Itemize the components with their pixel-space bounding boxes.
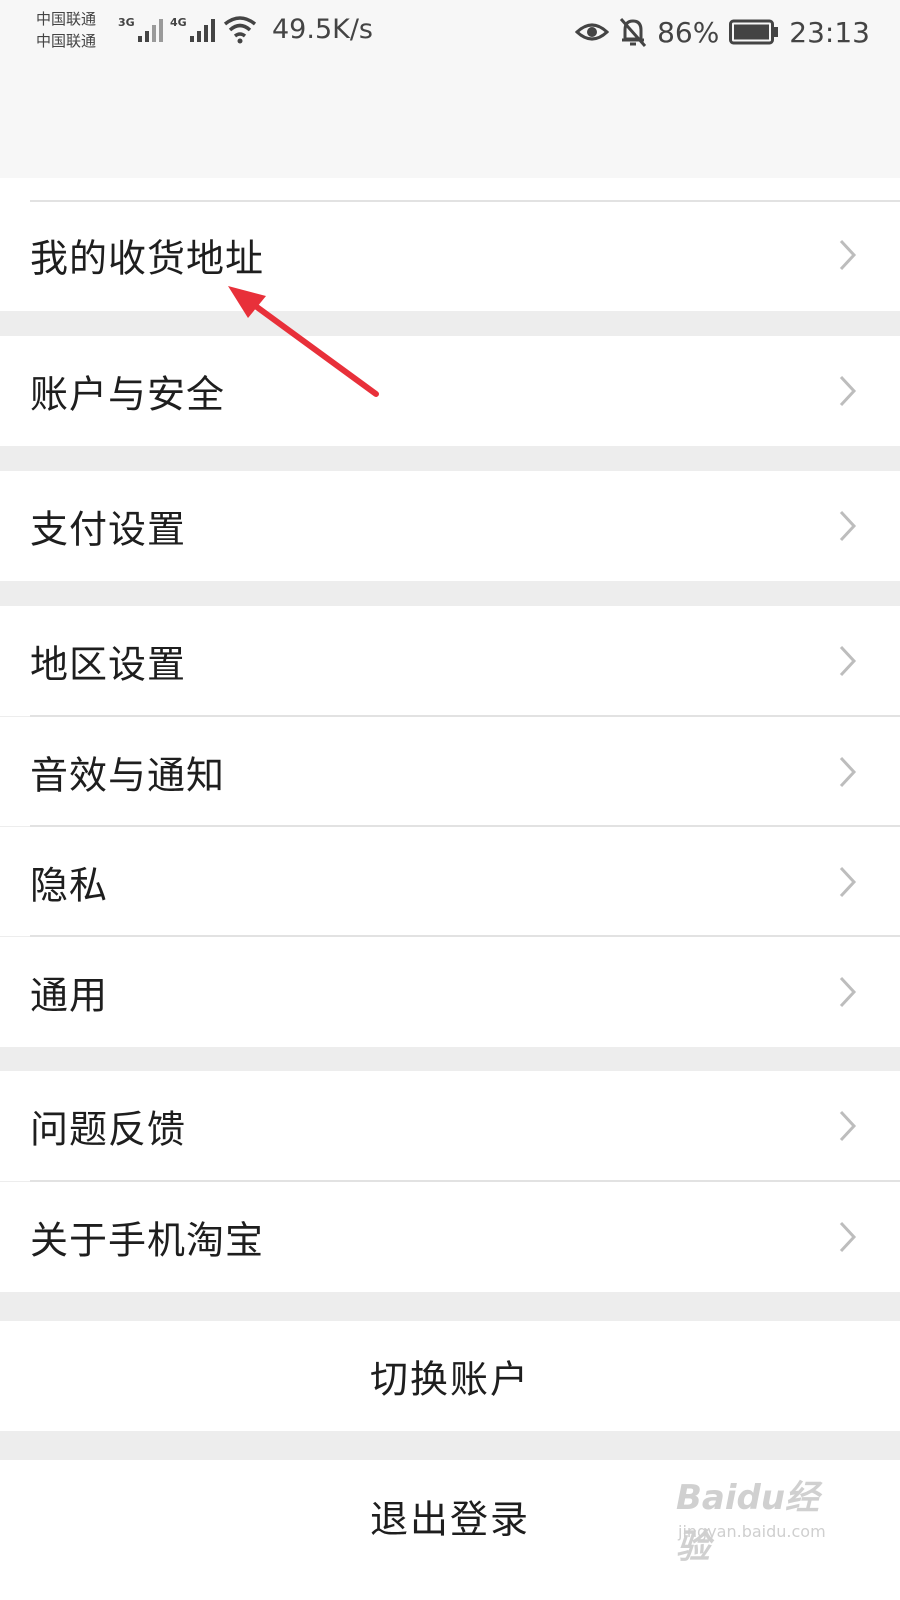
switch-account-label: 切换账户 xyxy=(369,1357,530,1402)
menu-item-feedback[interactable]: 问题反馈 xyxy=(0,1071,900,1181)
menu-item-general[interactable]: 通用 xyxy=(0,937,900,1047)
carrier-1: 中国联通 xyxy=(36,10,97,28)
network-2-label: 4G xyxy=(170,16,187,29)
chevron-right-icon xyxy=(839,976,857,1008)
signal-4g-icon: 4G xyxy=(170,16,215,42)
battery-icon xyxy=(729,19,779,45)
menu-item-shipping-address[interactable]: 我的收货地址 xyxy=(0,178,900,311)
chevron-right-icon xyxy=(839,645,857,677)
chevron-right-icon xyxy=(839,510,857,542)
carrier-names: 中国联通 中国联通 xyxy=(36,8,96,52)
menu-item-account-security[interactable]: 账户与安全 xyxy=(0,336,900,446)
menu-item-sound-notifications[interactable]: 音效与通知 xyxy=(0,717,900,826)
general-label: 通用 xyxy=(30,973,109,1018)
chevron-right-icon xyxy=(839,756,857,787)
eye-icon xyxy=(575,23,610,41)
feedback-label: 问题反馈 xyxy=(30,1107,187,1152)
baidu-watermark: Baidu经验 jingyan.baidu.com xyxy=(676,1470,846,1567)
battery-percent: 86% xyxy=(657,15,720,49)
status-bar: 中国联通 中国联通 3G 4G 49.5K/s 86% 23:13 xyxy=(0,0,900,178)
menu-item-privacy[interactable]: 隐私 xyxy=(0,827,900,936)
divider xyxy=(30,200,900,202)
privacy-label: 隐私 xyxy=(30,863,109,907)
status-right: 86% 23:13 xyxy=(575,12,870,52)
shipping-address-label: 我的收货地址 xyxy=(30,236,265,281)
network-1-label: 3G xyxy=(118,16,135,29)
net-speed: 49.5K/s xyxy=(272,14,373,45)
wifi-icon xyxy=(223,16,257,44)
watermark-brand: Baidu经验 xyxy=(676,1478,820,1567)
region-settings-label: 地区设置 xyxy=(30,642,187,687)
signal-3g-icon: 3G xyxy=(118,16,163,42)
switch-account-button[interactable]: 切换账户 xyxy=(0,1321,900,1431)
menu-item-about[interactable]: 关于手机淘宝 xyxy=(0,1182,900,1292)
menu-item-region-settings[interactable]: 地区设置 xyxy=(0,606,900,716)
watermark-url: jingyan.baidu.com xyxy=(678,1522,826,1541)
clock: 23:13 xyxy=(789,15,870,49)
carrier-2: 中国联通 xyxy=(36,32,97,50)
chevron-right-icon xyxy=(839,1221,857,1253)
chevron-right-icon xyxy=(839,240,857,271)
menu-item-payment-settings[interactable]: 支付设置 xyxy=(0,471,900,581)
chevron-right-icon xyxy=(839,1110,857,1142)
about-label: 关于手机淘宝 xyxy=(30,1218,265,1263)
chevron-right-icon xyxy=(839,866,857,897)
bell-off-icon xyxy=(619,18,647,47)
chevron-right-icon xyxy=(839,375,857,407)
account-security-label: 账户与安全 xyxy=(30,372,226,417)
sound-notifications-label: 音效与通知 xyxy=(30,753,226,797)
payment-settings-label: 支付设置 xyxy=(30,507,187,552)
